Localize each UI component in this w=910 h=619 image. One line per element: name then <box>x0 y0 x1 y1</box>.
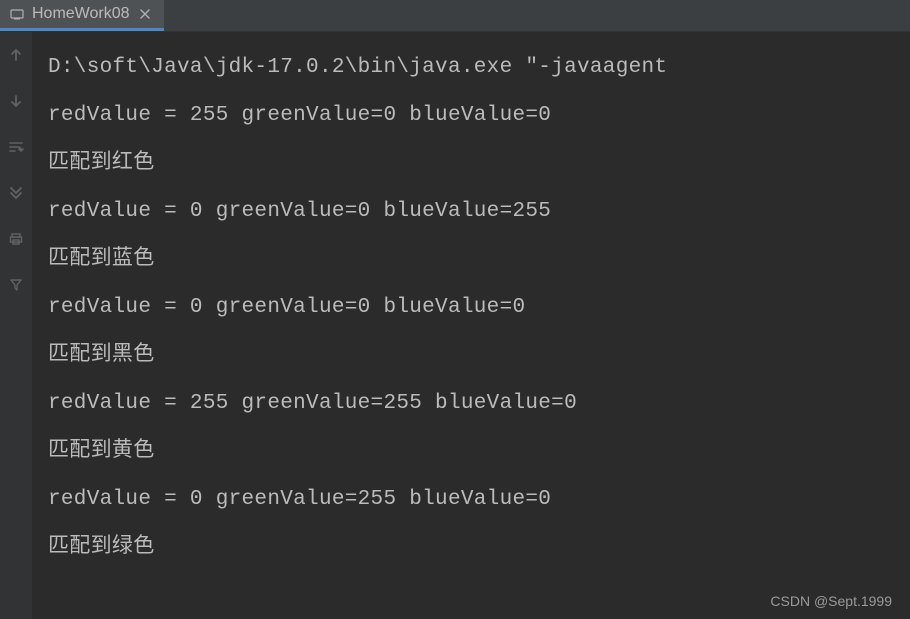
tab-bar: HomeWork08 <box>0 0 910 32</box>
console-line: redValue = 0 greenValue=0 blueValue=255 <box>48 188 910 236</box>
scroll-end-icon[interactable] <box>7 184 25 202</box>
close-icon[interactable] <box>138 7 152 21</box>
watermark: CSDN @Sept.1999 <box>770 593 892 609</box>
console-line: 匹配到黄色 <box>48 428 910 476</box>
console-line: D:\soft\Java\jdk-17.0.2\bin\java.exe "-j… <box>48 44 910 92</box>
console-line: 匹配到绿色 <box>48 524 910 572</box>
console-line: 匹配到蓝色 <box>48 236 910 284</box>
console-line: 匹配到黑色 <box>48 332 910 380</box>
console-line: redValue = 0 greenValue=0 blueValue=0 <box>48 284 910 332</box>
tab-homework08[interactable]: HomeWork08 <box>0 0 164 31</box>
gutter <box>0 32 32 619</box>
console-output[interactable]: D:\soft\Java\jdk-17.0.2\bin\java.exe "-j… <box>32 32 910 619</box>
console-line: redValue = 255 greenValue=255 blueValue=… <box>48 380 910 428</box>
soft-wrap-icon[interactable] <box>7 138 25 156</box>
console-line: 匹配到红色 <box>48 140 910 188</box>
run-config-icon <box>10 7 24 21</box>
up-arrow-icon[interactable] <box>7 46 25 64</box>
print-icon[interactable] <box>7 230 25 248</box>
down-arrow-icon[interactable] <box>7 92 25 110</box>
main-area: D:\soft\Java\jdk-17.0.2\bin\java.exe "-j… <box>0 32 910 619</box>
filter-icon[interactable] <box>7 276 25 294</box>
tab-title: HomeWork08 <box>32 5 130 23</box>
console-line: redValue = 255 greenValue=0 blueValue=0 <box>48 92 910 140</box>
console-line: redValue = 0 greenValue=255 blueValue=0 <box>48 476 910 524</box>
